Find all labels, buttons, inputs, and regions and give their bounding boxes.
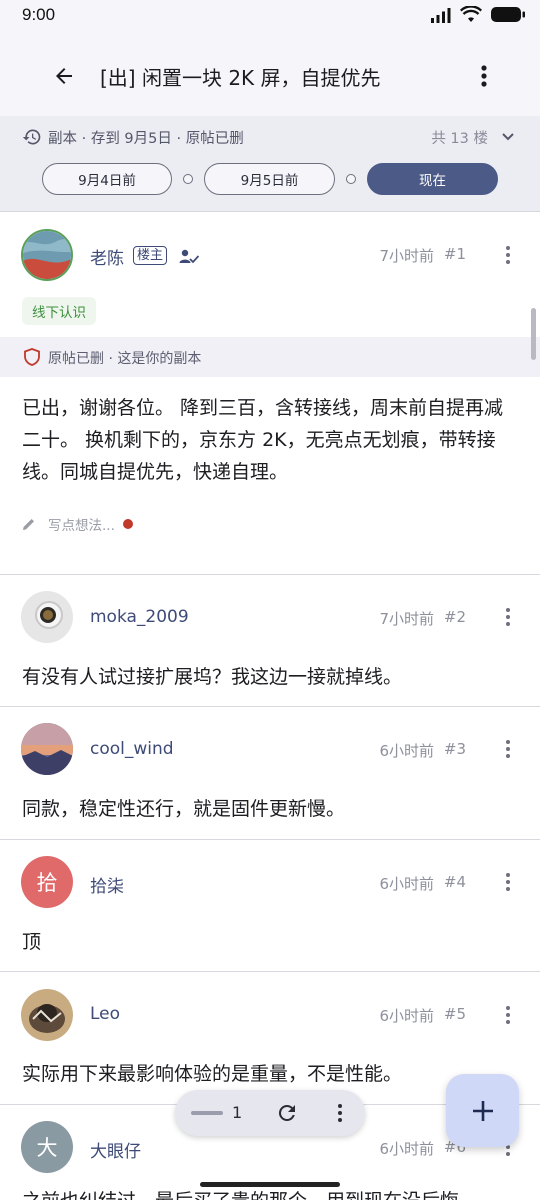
post-floor-3: cool_wind 6小时前 #3 同款，稳定性还行，就是固件更新慢。: [0, 707, 540, 840]
more-vert-icon: [481, 65, 487, 87]
post-time: 7小时前: [379, 610, 434, 628]
post-more-button[interactable]: [502, 870, 514, 894]
plus-icon: [472, 1100, 493, 1121]
author-name[interactable]: 大眼仔: [90, 1137, 141, 1162]
avatar[interactable]: [21, 229, 73, 281]
timeline-chip-sep4[interactable]: 9月4日前: [42, 163, 172, 195]
verified-user-icon: [179, 249, 199, 264]
post-time: 7小时前: [379, 247, 434, 265]
drag-handle[interactable]: [191, 1111, 223, 1115]
post-floor-4: 拾 拾柒 6小时前 #4 顶: [0, 840, 540, 972]
post-more-button[interactable]: [502, 243, 514, 267]
snapshot-timeline: 9月4日前 9月5日前 现在: [42, 163, 498, 195]
avatar[interactable]: [21, 723, 73, 775]
floor-number: #3: [443, 740, 466, 758]
timeline-chip-now[interactable]: 现在: [367, 163, 498, 195]
post-time: 6小时前: [379, 742, 434, 760]
snapshot-info: 副本 · 存到 9月5日 · 原帖已删: [48, 130, 244, 147]
post-floor-1: 老陈 楼主 7小时前 #1 线下认识 原帖已删 · 这是你的副本 已出，谢谢各位…: [0, 212, 540, 575]
more-vert-icon: [506, 740, 510, 758]
arrow-back-icon: [56, 68, 72, 84]
status-icons: [430, 6, 526, 23]
floor-number: #4: [443, 873, 466, 891]
deleted-notice-text: 原帖已删 · 这是你的副本: [48, 351, 202, 367]
reply-fab[interactable]: [446, 1074, 519, 1147]
post-more-button[interactable]: [502, 737, 514, 761]
op-badge: 楼主: [133, 246, 168, 265]
timeline-connector: [346, 174, 356, 184]
timeline-connector: [183, 174, 193, 184]
author-name[interactable]: moka_2009: [90, 607, 189, 627]
more-vert-icon: [506, 1006, 510, 1024]
post-content: 顶: [22, 931, 42, 953]
post-more-button[interactable]: [502, 1003, 514, 1027]
floor-number: #2: [443, 608, 466, 626]
more-vert-icon: [506, 246, 510, 264]
post-content: 实际用下来最影响体验的是重量，不是性能。: [22, 1063, 403, 1085]
signal-icon: [431, 7, 451, 23]
author-name[interactable]: 拾柒: [90, 872, 124, 897]
relation-tag[interactable]: 线下认识: [22, 297, 96, 325]
page-title: [出] 闲置一块 2K 屏，自提优先: [100, 66, 381, 90]
timeline-chip-sep5[interactable]: 9月5日前: [204, 163, 335, 195]
memo-entry[interactable]: 写点想法...: [22, 514, 133, 534]
avatar[interactable]: 拾: [21, 856, 73, 908]
app-bar: [出] 闲置一块 2K 屏，自提优先: [0, 30, 540, 116]
avatar[interactable]: [21, 591, 73, 643]
overflow-menu-button[interactable]: [472, 58, 496, 94]
shield-icon: [24, 348, 40, 366]
unsaved-dot: [122, 519, 133, 529]
deleted-notice: 原帖已删 · 这是你的副本: [0, 337, 540, 377]
author-name[interactable]: Leo: [90, 1004, 120, 1024]
author-name[interactable]: 老陈: [90, 244, 124, 269]
snapshot-panel: 副本 · 存到 9月5日 · 原帖已删 共 13 楼 9月4日前 9月5日前 现…: [0, 116, 540, 212]
post-time: 6小时前: [379, 875, 434, 893]
post-time: 6小时前: [379, 1007, 434, 1025]
floor-number: #5: [443, 1005, 466, 1023]
avatar[interactable]: 大: [21, 1121, 73, 1173]
post-time: 6小时前: [379, 1140, 434, 1158]
more-vert-icon: [338, 1104, 342, 1122]
page-number[interactable]: 1: [232, 1103, 242, 1122]
floor-count: 共 13 楼: [431, 130, 488, 147]
scrollbar-thumb[interactable]: [531, 308, 536, 360]
wifi-icon: [460, 6, 482, 22]
post-content: 已出，谢谢各位。 降到三百，含转接线，周末前自提再减二十。 换机剩下的，京东方 …: [22, 397, 504, 483]
post-more-button[interactable]: [502, 605, 514, 629]
author-name[interactable]: cool_wind: [90, 739, 174, 759]
pager-more-button[interactable]: [333, 1102, 347, 1124]
status-bar: 9:00: [0, 0, 540, 30]
post-content: 之前也纠结过，最后买了贵的那个，用到现在没后悔: [22, 1187, 518, 1200]
avatar[interactable]: [21, 989, 73, 1041]
page-navigator: 1: [175, 1090, 365, 1136]
post-floor-2: moka_2009 7小时前 #2 有没有人试过接扩展坞？我这边一接就掉线。: [0, 575, 540, 707]
chevron-down-icon[interactable]: [500, 130, 516, 144]
snapshot-header[interactable]: 副本 · 存到 9月5日 · 原帖已删 共 13 楼: [22, 126, 518, 148]
floor-number: #1: [443, 245, 466, 263]
status-time: 9:00: [22, 5, 56, 24]
memo-placeholder: 写点想法...: [48, 518, 115, 534]
more-vert-icon: [506, 873, 510, 891]
refresh-icon[interactable]: [275, 1101, 299, 1125]
back-button[interactable]: [44, 56, 84, 96]
more-vert-icon: [506, 608, 510, 626]
pencil-icon: [23, 519, 34, 530]
home-indicator[interactable]: [200, 1182, 340, 1187]
post-content: 有没有人试过接扩展坞？我这边一接就掉线。: [22, 666, 403, 688]
battery-icon: [491, 7, 525, 22]
history-icon: [22, 129, 41, 145]
post-content: 同款，稳定性还行，就是固件更新慢。: [22, 798, 346, 820]
